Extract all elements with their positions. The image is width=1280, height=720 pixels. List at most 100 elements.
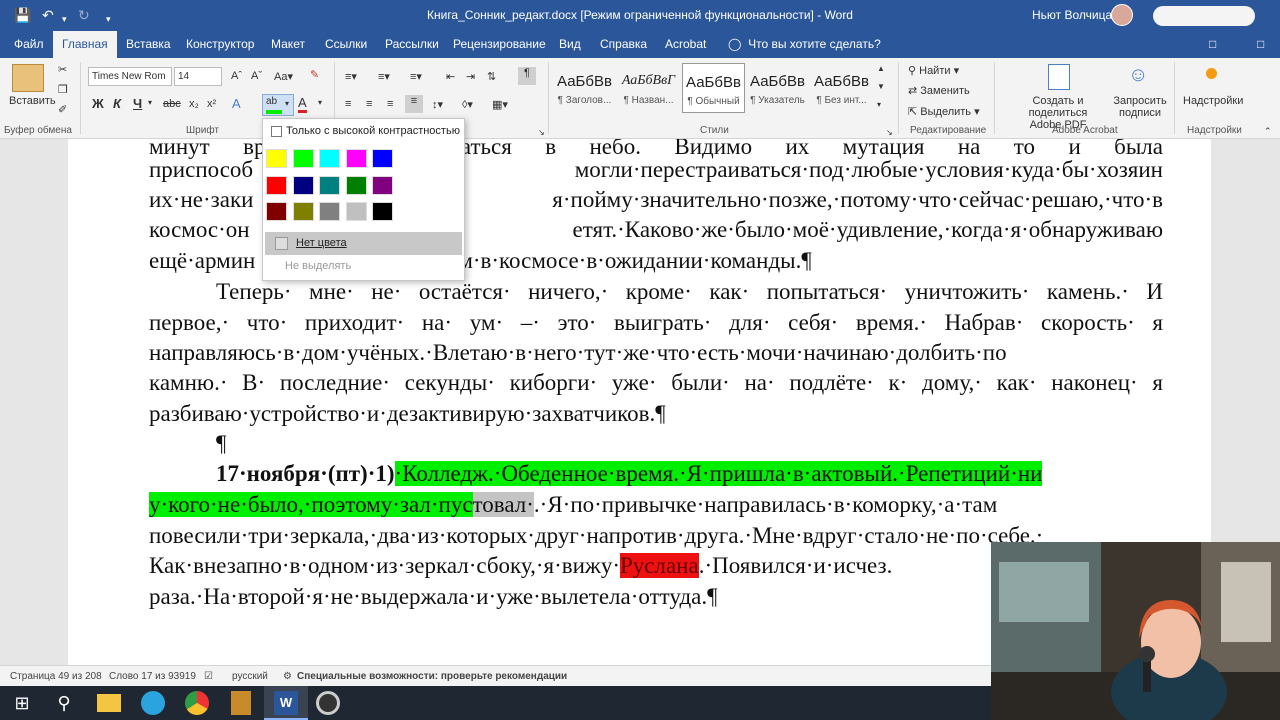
style-normal[interactable]: АаБбВв ¶ Обычный (682, 63, 745, 113)
comments-icon[interactable]: □ (1248, 31, 1273, 58)
chrome-icon[interactable] (185, 691, 209, 715)
tab-help[interactable]: Справка (591, 31, 656, 58)
high-contrast-checkbox[interactable] (271, 126, 282, 137)
bullets-icon[interactable]: ≡▾ (345, 70, 357, 83)
file-explorer-icon[interactable] (97, 694, 121, 712)
styles-scroll-down-icon[interactable]: ▼ (877, 82, 885, 91)
tab-review[interactable]: Рецензирование (444, 31, 555, 58)
format-painter-icon[interactable]: ✐ (58, 103, 67, 116)
color-swatch[interactable] (372, 175, 393, 195)
strikethrough-icon[interactable]: abc (163, 98, 181, 110)
find-button[interactable]: ⚲ Найти ▾ (908, 64, 959, 77)
word-taskbar-button[interactable]: W (264, 686, 308, 720)
windows-icon[interactable]: ⊞ (10, 691, 34, 715)
tab-home[interactable]: Главная (53, 31, 117, 58)
show-formatting-icon[interactable]: ¶ (518, 67, 536, 85)
high-contrast-label[interactable]: Только с высокой контрастностью (286, 125, 460, 137)
align-center-icon[interactable]: ≡ (366, 98, 372, 110)
request-signature-button[interactable]: Запросить подписи (1112, 95, 1168, 119)
font-name-combo[interactable]: Times New Rom (88, 67, 172, 86)
color-swatch[interactable] (372, 202, 393, 221)
tab-insert[interactable]: Вставка (117, 31, 180, 58)
select-button[interactable]: ⇱ Выделить ▾ (908, 105, 980, 118)
font-size-combo[interactable]: 14 (174, 67, 222, 86)
replace-button[interactable]: ⇄ Заменить (908, 84, 970, 97)
color-swatch[interactable] (319, 175, 340, 195)
clear-formatting-icon[interactable]: ✎ (310, 68, 319, 81)
accessibility-status[interactable]: Специальные возможности: проверьте реком… (297, 671, 567, 682)
superscript-icon[interactable]: x² (207, 98, 216, 110)
paste-button[interactable]: Вставить (9, 95, 56, 107)
color-swatch[interactable] (345, 175, 367, 195)
no-color-option[interactable]: Нет цвета (265, 232, 462, 255)
color-swatch[interactable] (292, 202, 314, 221)
italic-button[interactable]: К (113, 96, 121, 111)
color-swatch[interactable] (266, 149, 287, 168)
proofing-icon[interactable]: ☑ (204, 671, 213, 682)
numbering-icon[interactable]: ≡▾ (378, 70, 390, 83)
tab-design[interactable]: Конструктор (177, 31, 263, 58)
increase-indent-icon[interactable]: ⇥ (466, 70, 475, 83)
addins-icon[interactable] (1206, 68, 1217, 79)
line-spacing-icon[interactable]: ↕▾ (432, 98, 443, 111)
telegram-icon[interactable] (141, 691, 165, 715)
stop-highlighting-option[interactable]: Не выделять (285, 260, 351, 272)
color-swatch[interactable] (319, 149, 340, 168)
tab-view[interactable]: Вид (550, 31, 590, 58)
color-swatch[interactable] (266, 202, 287, 221)
decrease-indent-icon[interactable]: ⇤ (446, 70, 455, 83)
cut-icon[interactable]: ✂ (58, 63, 67, 76)
user-name[interactable]: Ньют Волчица (1032, 8, 1112, 22)
addins-button[interactable]: Надстройки (1183, 95, 1243, 107)
style-index[interactable]: АаБбВв ¶ Указатель (746, 63, 809, 113)
language[interactable]: русский (232, 671, 268, 682)
color-swatch[interactable] (372, 149, 393, 168)
style-title[interactable]: АаБбВвГ ¶ Назван... (617, 63, 680, 113)
share-icon[interactable]: □ (1200, 31, 1225, 58)
tab-layout[interactable]: Макет (262, 31, 314, 58)
collapse-ribbon-icon[interactable]: ⌃ (1264, 126, 1272, 137)
search-icon[interactable]: ⚲ (52, 691, 76, 715)
underline-dropdown-icon[interactable]: ▾ (148, 98, 152, 107)
multilevel-list-icon[interactable]: ≡▾ (410, 70, 422, 83)
tell-me-box[interactable]: ◯ Что вы хотите сделать? (728, 31, 881, 58)
color-swatch[interactable] (266, 175, 287, 195)
highlight-color-button[interactable]: ab ▾ (262, 94, 294, 116)
color-swatch[interactable] (292, 175, 314, 195)
styles-launcher-icon[interactable]: ↘ (886, 128, 893, 137)
color-swatch[interactable] (292, 149, 314, 168)
grow-font-icon[interactable]: Aˆ (231, 70, 242, 82)
paragraph-launcher-icon[interactable]: ↘ (538, 128, 545, 137)
text-effects-icon[interactable]: A (232, 96, 241, 111)
signature-icon[interactable]: ☺ (1128, 64, 1152, 90)
styles-scroll-up-icon[interactable]: ▲ (877, 64, 885, 73)
tab-references[interactable]: Ссылки (316, 31, 376, 58)
justify-icon[interactable]: ≡ (405, 95, 423, 113)
copy-icon[interactable]: ❐ (58, 83, 68, 96)
shrink-font-icon[interactable]: Aˇ (251, 70, 262, 82)
style-heading[interactable]: АаБбВв ¶ Заголов... (553, 63, 616, 113)
font-color-icon[interactable]: A (298, 96, 307, 113)
paste-icon[interactable] (12, 64, 44, 92)
styles-more-icon[interactable]: ▾ (877, 100, 881, 109)
change-case-icon[interactable]: Aa▾ (274, 70, 293, 83)
tab-file[interactable]: Файл (5, 31, 53, 58)
tab-mailings[interactable]: Рассылки (376, 31, 448, 58)
page-count[interactable]: Страница 49 из 208 (10, 671, 102, 682)
shading-icon[interactable]: ◊▾ (462, 98, 473, 111)
color-swatch[interactable] (319, 202, 340, 221)
tab-acrobat[interactable]: Acrobat (656, 31, 715, 58)
create-pdf-icon[interactable] (1048, 64, 1070, 90)
style-no-spacing[interactable]: АаБбВв ¶ Без инт... (810, 63, 873, 113)
sort-icon[interactable]: ⇅ (487, 70, 496, 83)
media-icon[interactable] (231, 691, 251, 715)
align-right-icon[interactable]: ≡ (387, 98, 393, 110)
borders-icon[interactable]: ▦▾ (492, 98, 508, 111)
color-swatch[interactable] (345, 149, 367, 168)
underline-button[interactable]: Ч (133, 96, 142, 111)
font-color-dropdown-icon[interactable]: ▾ (318, 98, 322, 107)
color-swatch[interactable] (345, 202, 367, 221)
avatar[interactable] (1111, 4, 1133, 26)
word-count[interactable]: Слово 17 из 93919 (109, 671, 196, 682)
obs-icon[interactable] (316, 691, 340, 715)
